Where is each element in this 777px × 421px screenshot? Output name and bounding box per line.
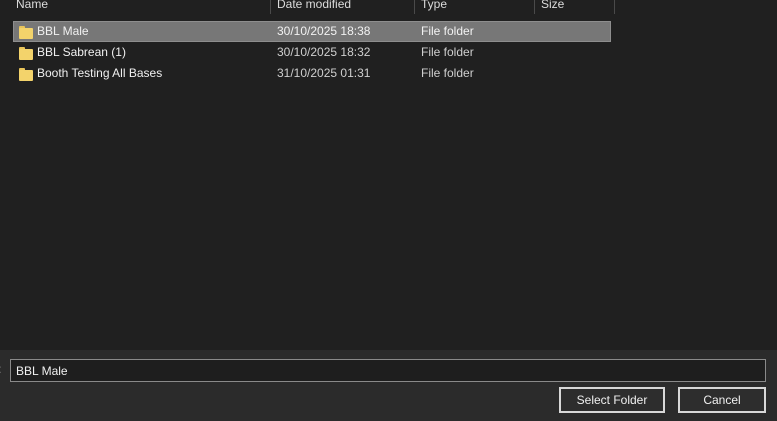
folder-icon: [19, 68, 33, 81]
folder-name-input[interactable]: [10, 359, 766, 382]
item-date-modified: 31/10/2025 01:31: [277, 66, 371, 80]
item-type: File folder: [421, 45, 474, 59]
item-name: BBL Sabrean (1): [37, 45, 126, 59]
item-name: Booth Testing All Bases: [37, 66, 163, 80]
column-separator[interactable]: [614, 0, 615, 14]
column-header-type[interactable]: Type: [415, 0, 533, 14]
item-type: File folder: [421, 24, 474, 38]
item-type: File folder: [421, 66, 474, 80]
select-folder-button[interactable]: Select Folder: [559, 387, 665, 413]
folder-icon: [19, 26, 33, 39]
list-item[interactable]: Booth Testing All Bases 31/10/2025 01:31…: [13, 63, 611, 84]
cancel-button[interactable]: Cancel: [678, 387, 766, 413]
column-header-name[interactable]: Name: [10, 0, 268, 14]
file-list-pane: Name Date modified Type Size BBL Male 30…: [0, 0, 777, 350]
column-header-size[interactable]: Size: [535, 0, 613, 14]
item-date-modified: 30/10/2025 18:32: [277, 45, 371, 59]
list-item[interactable]: BBL Male 30/10/2025 18:38 File folder: [13, 21, 611, 42]
item-name: BBL Male: [37, 24, 89, 38]
column-header-date-modified[interactable]: Date modified: [271, 0, 413, 14]
folder-field-label: :: [0, 362, 1, 376]
list-item[interactable]: BBL Sabrean (1) 30/10/2025 18:32 File fo…: [13, 42, 611, 63]
file-list: BBL Male 30/10/2025 18:38 File folder BB…: [13, 21, 611, 84]
column-header-row: Name Date modified Type Size: [0, 0, 777, 14]
folder-icon: [19, 47, 33, 60]
item-date-modified: 30/10/2025 18:38: [277, 24, 371, 38]
